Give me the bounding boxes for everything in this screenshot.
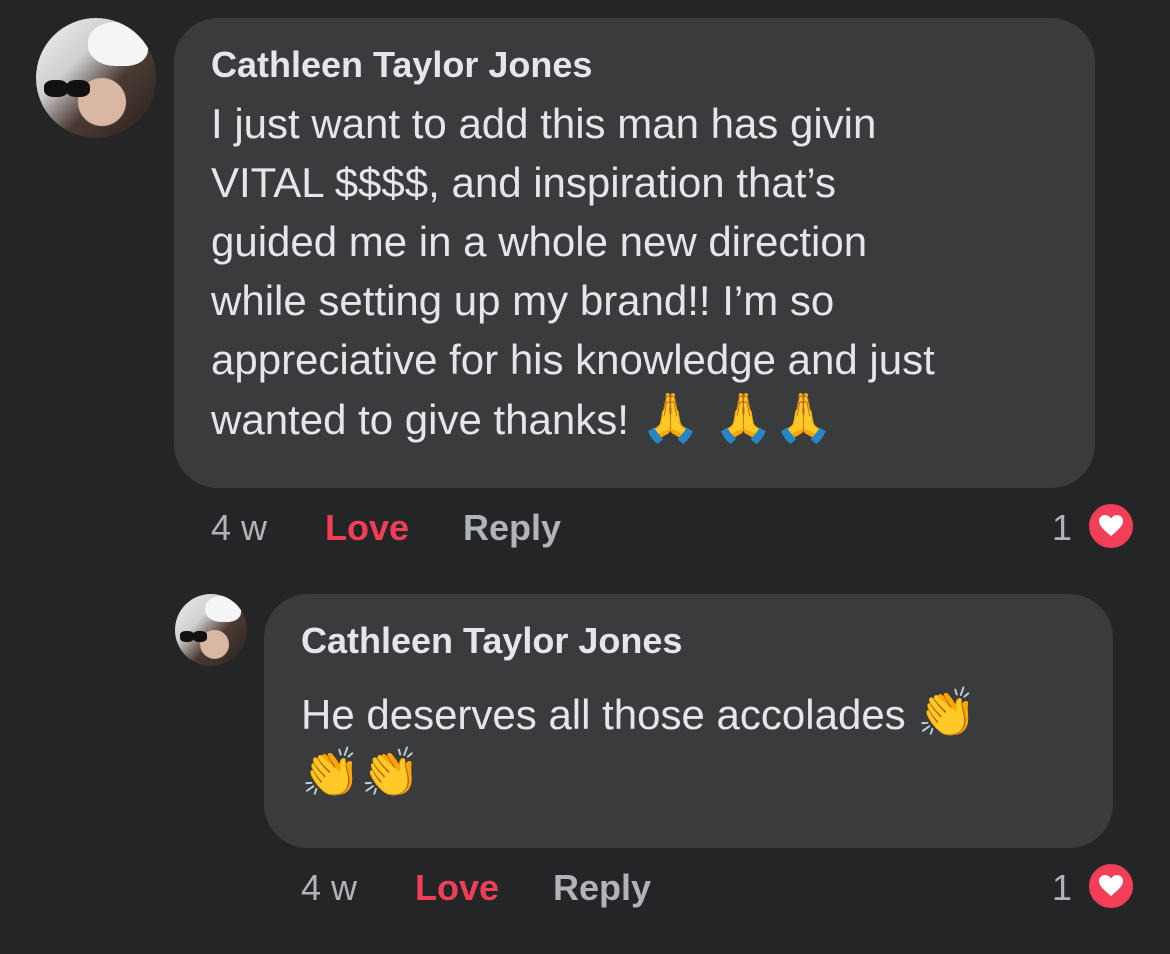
avatar-glasses-right [193,631,208,642]
heart-icon[interactable] [1086,501,1136,551]
avatar-glasses-left [44,80,68,98]
comment-reaction-count[interactable]: 1 [1052,507,1072,549]
avatar-dog-shape [205,596,241,622]
reply-love-button[interactable]: Love [415,867,499,909]
avatar-dog-shape [88,22,148,66]
comment-reply-button[interactable]: Reply [463,507,561,549]
reply-reaction-count[interactable]: 1 [1052,867,1072,909]
heart-icon[interactable] [1086,861,1136,911]
comment-line: appreciative for his knowledge and just [211,336,935,383]
comment-text: I just want to add this man has givin VI… [211,94,935,449]
avatar-glasses-right [66,80,90,98]
reply-line: He deserves all those accolades 👏 [301,684,977,744]
reply-text: He deserves all those accolades 👏 👏👏 [301,684,977,803]
reply-reply-button[interactable]: Reply [553,867,651,909]
comment-love-button[interactable]: Love [325,507,409,549]
comment-line: guided me in a whole new direction [211,218,868,265]
comment-author[interactable]: Cathleen Taylor Jones [211,44,592,86]
reply-timestamp[interactable]: 4 w [301,867,357,909]
heart-icon-glyph [1099,515,1123,536]
praying-hands-emoji: 🙏 🙏🙏 [640,392,834,445]
comment-line-text: wanted to give thanks! [211,396,629,443]
comment-line: I just want to add this man has givin [211,100,877,147]
reply-avatar[interactable] [175,594,247,666]
comment-timestamp[interactable]: 4 w [211,507,267,549]
heart-icon-glyph [1099,875,1123,896]
comment-line: VITAL $$$$, and inspiration that’s [211,159,836,206]
avatar[interactable] [36,18,156,138]
comment-line-last: wanted to give thanks! 🙏 🙏🙏 [211,389,935,449]
reply-line-text: He deserves all those accolades [301,691,906,738]
clapping-hands-emoji: 👏 [917,687,978,740]
clapping-hands-emoji-line: 👏👏 [301,747,421,800]
comment-line: while setting up my brand!! I’m so [211,277,835,324]
reply-author[interactable]: Cathleen Taylor Jones [301,620,682,662]
